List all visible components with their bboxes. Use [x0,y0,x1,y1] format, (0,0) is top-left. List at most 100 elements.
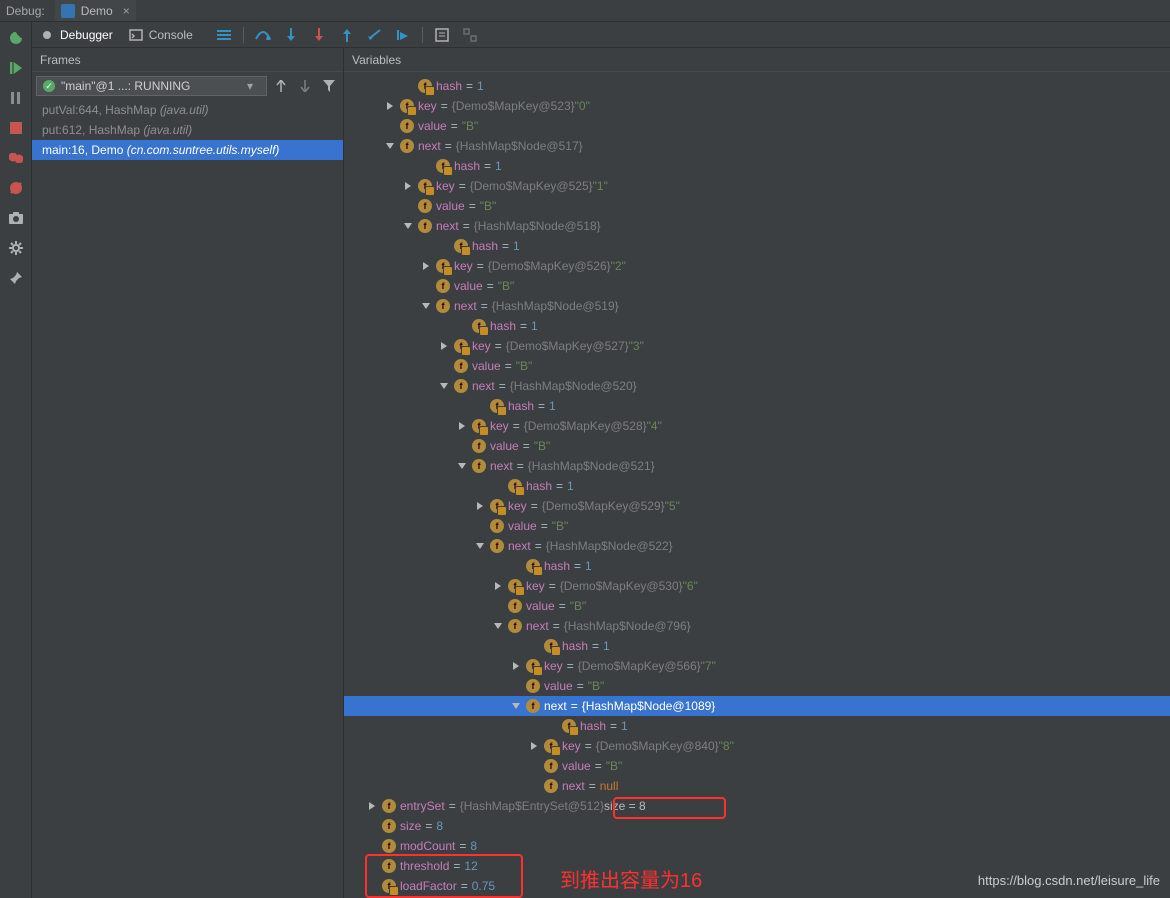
variable-row[interactable]: ▸fhash=1 [344,476,1170,496]
variable-row[interactable]: fnext={HashMap$Node@522} [344,536,1170,556]
chevron-icon[interactable] [438,380,450,392]
stack-frame[interactable]: main:16, Demo (cn.com.suntree.utils.myse… [32,140,343,160]
variable-row[interactable]: ▸fhash=1 [344,156,1170,176]
chevron-icon[interactable] [510,660,522,672]
variable-row[interactable]: fnext={HashMap$Node@518} [344,216,1170,236]
variable-row[interactable]: ▸fsize=8 [344,816,1170,836]
file-icon [61,4,75,18]
variable-row[interactable]: ▸fvalue="B" [344,276,1170,296]
variable-row[interactable]: ▸fvalue="B" [344,196,1170,216]
breakpoints-icon[interactable] [8,150,24,166]
stop-icon[interactable] [8,120,24,136]
variable-row[interactable]: ▸fhash=1 [344,316,1170,336]
chevron-icon[interactable] [420,300,432,312]
trace-icon[interactable] [461,26,479,44]
chevron-icon[interactable] [492,620,504,632]
pin-icon[interactable] [8,270,24,286]
stack-list[interactable]: putVal:644, HashMap (java.util)put:612, … [32,100,343,898]
variable-row[interactable]: ▸fhash=1 [344,76,1170,96]
field-badge-icon: f [418,79,432,93]
field-badge-icon: f [472,459,486,473]
pause-icon[interactable] [8,90,24,106]
camera-icon[interactable] [8,210,24,226]
variable-row[interactable]: ▸fhash=1 [344,716,1170,736]
run-cursor-icon[interactable] [394,26,412,44]
rerun-icon[interactable] [8,30,24,46]
field-badge-icon: f [454,339,468,353]
variable-row[interactable]: fkey={Demo$MapKey@840} "8" [344,736,1170,756]
chevron-icon[interactable] [402,220,414,232]
chevron-icon[interactable] [492,580,504,592]
variable-row[interactable]: fentrySet={HashMap$EntrySet@512} size = … [344,796,1170,816]
field-badge-icon: f [472,439,486,453]
variable-row[interactable]: ▸fhash=1 [344,236,1170,256]
thread-selector[interactable]: ✓ "main"@1 ...: RUNNING ▾ [36,76,267,96]
filter-icon[interactable] [319,76,339,96]
drop-frame-icon[interactable] [366,26,384,44]
chevron-icon[interactable] [510,700,522,712]
variable-row[interactable]: fkey={Demo$MapKey@527} "3" [344,336,1170,356]
stack-frame[interactable]: put:612, HashMap (java.util) [32,120,343,140]
field-badge-icon: f [472,319,486,333]
variable-row[interactable]: fnext={HashMap$Node@520} [344,376,1170,396]
step-into-icon[interactable] [282,26,300,44]
watermark: https://blog.csdn.net/leisure_life [978,873,1160,888]
field-badge-icon: f [418,199,432,213]
variable-row[interactable]: fnext={HashMap$Node@517} [344,136,1170,156]
debugger-tab[interactable]: Debugger [40,22,113,47]
variable-row[interactable]: fnext={HashMap$Node@519} [344,296,1170,316]
field-badge-icon: f [472,419,486,433]
variable-row[interactable]: ▸fvalue="B" [344,516,1170,536]
chevron-icon[interactable] [438,340,450,352]
stack-frame[interactable]: putVal:644, HashMap (java.util) [32,100,343,120]
chevron-icon[interactable] [456,420,468,432]
variable-row[interactable]: ▸fvalue="B" [344,116,1170,136]
variable-row[interactable]: ▸fhash=1 [344,636,1170,656]
field-badge-icon: f [526,659,540,673]
resume-icon[interactable] [8,60,24,76]
chevron-icon[interactable] [528,740,540,752]
variable-row[interactable]: ▸fvalue="B" [344,676,1170,696]
show-exec-icon[interactable] [215,26,233,44]
annotation-text: 到推出容量为16 [560,864,702,893]
chevron-icon[interactable] [474,540,486,552]
chevron-icon[interactable] [474,500,486,512]
chevron-icon[interactable] [456,460,468,472]
variable-row[interactable]: ▸fvalue="B" [344,356,1170,376]
step-out-icon[interactable] [338,26,356,44]
variable-row[interactable]: ▸fmodCount=8 [344,836,1170,856]
variable-row[interactable]: fnext={HashMap$Node@796} [344,616,1170,636]
debug-label: Debug: [6,4,45,18]
chevron-icon[interactable] [384,140,396,152]
chevron-icon[interactable] [402,180,414,192]
variable-row[interactable]: fkey={Demo$MapKey@526} "2" [344,256,1170,276]
variable-row[interactable]: ▸fnext=null [344,776,1170,796]
file-tab[interactable]: Demo × [55,0,136,21]
chevron-icon[interactable] [366,800,378,812]
mute-breakpoints-icon[interactable] [8,180,24,196]
force-step-into-icon[interactable] [310,26,328,44]
next-frame-icon[interactable] [295,76,315,96]
prev-frame-icon[interactable] [271,76,291,96]
variable-row[interactable]: fkey={Demo$MapKey@528} "4" [344,416,1170,436]
variable-row[interactable]: fnext={HashMap$Node@1089} [344,696,1170,716]
variable-row[interactable]: fkey={Demo$MapKey@523} "0" [344,96,1170,116]
variable-row[interactable]: fkey={Demo$MapKey@566} "7" [344,656,1170,676]
variable-row[interactable]: ▸fvalue="B" [344,436,1170,456]
variable-row[interactable]: ▸fvalue="B" [344,596,1170,616]
chevron-icon[interactable] [420,260,432,272]
close-icon[interactable]: × [123,4,130,18]
variable-row[interactable]: ▸fhash=1 [344,556,1170,576]
variable-row[interactable]: fkey={Demo$MapKey@529} "5" [344,496,1170,516]
console-tab[interactable]: Console [129,22,193,47]
chevron-icon[interactable] [384,100,396,112]
variable-row[interactable]: fkey={Demo$MapKey@530} "6" [344,576,1170,596]
variables-tree[interactable]: ▸fhash=1fkey={Demo$MapKey@523} "0"▸fvalu… [344,72,1170,898]
variable-row[interactable]: fkey={Demo$MapKey@525} "1" [344,176,1170,196]
settings-icon[interactable] [8,240,24,256]
evaluate-icon[interactable] [433,26,451,44]
variable-row[interactable]: ▸fhash=1 [344,396,1170,416]
variable-row[interactable]: fnext={HashMap$Node@521} [344,456,1170,476]
step-over-icon[interactable] [254,26,272,44]
variable-row[interactable]: ▸fvalue="B" [344,756,1170,776]
